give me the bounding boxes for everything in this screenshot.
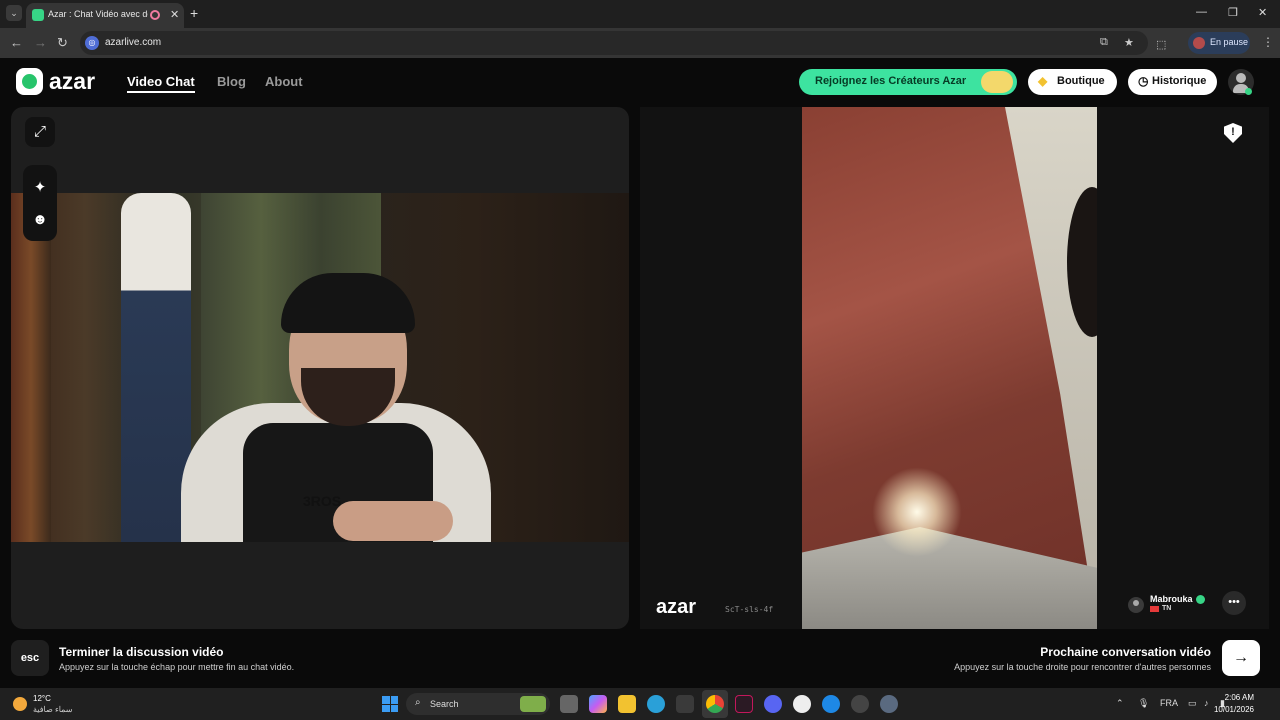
weather-icon[interactable]	[13, 697, 27, 711]
network-icon[interactable]: ▭	[1188, 698, 1197, 709]
task-view-icon[interactable]	[560, 695, 578, 713]
face-filter-icon[interactable]: ☻	[25, 205, 55, 235]
search-label: Search	[430, 699, 459, 709]
self-video-panel: 3ROS ⤢ ✦ ☻	[11, 107, 629, 629]
recording-icon	[150, 10, 160, 20]
next-chat-button[interactable]: →	[1222, 640, 1260, 676]
search-highlight-icon	[520, 696, 546, 712]
azar-logo-icon[interactable]	[16, 68, 43, 95]
tab-title: Azar : Chat Vidéo avec de n	[48, 9, 148, 19]
join-creators-label: Rejoignez les Créateurs Azar	[815, 75, 967, 87]
diamond-icon: ◆	[1038, 74, 1048, 88]
browser-app-icon[interactable]	[822, 695, 840, 713]
nav-about[interactable]: About	[265, 74, 303, 89]
browser-tab-azar[interactable]: Azar : Chat Vidéo avec de n ✕	[26, 3, 184, 28]
weather-description[interactable]: سماء صافية	[33, 705, 73, 714]
person-hand	[333, 501, 453, 541]
timer-app-icon[interactable]	[793, 695, 811, 713]
reload-icon[interactable]: ↻	[57, 35, 68, 51]
url-text[interactable]: azarlive.com	[105, 37, 161, 48]
chrome-icon[interactable]	[706, 695, 724, 713]
azar-favicon-icon	[32, 9, 44, 21]
chat-bubble-icon[interactable]: •••	[1222, 591, 1246, 615]
taskbar-search[interactable]: ⌕ Search	[406, 693, 550, 715]
profile-label: En pause	[1210, 37, 1249, 47]
partner-video-panel: ! azar ScT-sls-4f Mabrouka TN •••	[640, 107, 1269, 629]
weather-temperature[interactable]: 12°C	[33, 694, 51, 703]
next-chat-title: Prochaine conversation vidéo	[1040, 645, 1211, 659]
tab-close-icon[interactable]: ✕	[170, 8, 179, 21]
extensions-icon[interactable]: ⬚	[1156, 38, 1166, 51]
search-icon: ⌕	[415, 697, 421, 708]
profile-button[interactable]: En pause	[1188, 32, 1250, 54]
tab-list-icon[interactable]: ⌄	[6, 5, 22, 21]
language-indicator[interactable]: FRA	[1160, 698, 1178, 708]
nav-blog[interactable]: Blog	[217, 74, 246, 89]
partner-country: TN	[1162, 605, 1172, 612]
hoodie-print: 3ROS	[303, 493, 342, 509]
file-explorer-icon[interactable]	[618, 695, 636, 713]
flag-icon	[1150, 606, 1159, 612]
clock-icon: ◷	[1138, 74, 1149, 88]
sparkle-effects-icon[interactable]: ✦	[25, 173, 55, 203]
clock-date[interactable]: 10/01/2026	[1214, 705, 1254, 714]
profile-avatar	[1193, 37, 1205, 49]
partner-camera-feed	[802, 107, 1097, 629]
end-chat-title: Terminer la discussion vidéo	[59, 645, 224, 659]
url-bar[interactable]: ◎ azarlive.com ⧉ ★	[80, 31, 1148, 55]
clock-time[interactable]: 2:06 AM	[1225, 693, 1254, 702]
microphone-icon[interactable]: 🎙	[1138, 698, 1149, 709]
obs-icon[interactable]	[851, 695, 869, 713]
azar-logo-text[interactable]: azar	[49, 68, 95, 95]
end-chat-button[interactable]: esc	[11, 640, 49, 676]
nav-video-chat[interactable]: Video Chat	[127, 74, 195, 93]
minimize-icon[interactable]: —	[1196, 6, 1207, 18]
windows-start-icon[interactable]	[382, 696, 398, 712]
creators-illustration-icon	[981, 71, 1013, 93]
expand-icon[interactable]: ⤢	[25, 117, 55, 147]
azar-watermark: azar	[656, 596, 697, 618]
store-icon[interactable]	[676, 695, 694, 713]
close-window-icon[interactable]: ✕	[1258, 6, 1267, 19]
partner-name[interactable]: Mabrouka	[1150, 594, 1193, 604]
back-icon[interactable]: ←	[10, 35, 23, 50]
azar-page: azar Video Chat Blog About Rejoignez les…	[0, 58, 1280, 688]
edge-icon[interactable]	[647, 695, 665, 713]
report-shield-icon[interactable]: !	[1224, 123, 1242, 143]
maximize-icon[interactable]: ❐	[1228, 6, 1238, 19]
history-button[interactable]: ◷ Historique	[1128, 69, 1217, 95]
join-creators-button[interactable]: Rejoignez les Créateurs Azar	[799, 69, 1017, 95]
copilot-icon[interactable]	[589, 695, 607, 713]
verified-badge-icon	[1196, 595, 1205, 604]
bookmark-star-icon[interactable]: ★	[1124, 36, 1134, 49]
menu-dots-icon[interactable]: ⋮	[1262, 35, 1274, 49]
site-info-icon[interactable]: ◎	[85, 36, 99, 50]
discord-icon[interactable]	[764, 695, 782, 713]
shop-label: Boutique	[1057, 75, 1105, 87]
effects-toolbar: ✦ ☻	[23, 165, 57, 241]
forward-icon[interactable]: →	[34, 35, 47, 50]
vivaldi-icon[interactable]	[735, 695, 753, 713]
browser-address-bar: ← → ↻ ◎ azarlive.com ⧉ ★ ⬚ En pause ⋮	[0, 28, 1280, 58]
new-tab-button[interactable]: +	[190, 5, 198, 21]
watermark-code: ScT-sls-4f	[725, 605, 774, 614]
online-status-dot	[1245, 88, 1252, 95]
windows-taskbar: 12°C سماء صافية ⌕ Search ⌃ 🎙 FRA ▭ ♪ ▮ 2…	[0, 688, 1280, 720]
install-app-icon[interactable]: ⧉	[1100, 36, 1108, 49]
partner-light-flare	[872, 467, 962, 557]
browser-tab-bar: ⌄ Azar : Chat Vidéo avec de n ✕ + — ❐ ✕	[0, 0, 1280, 28]
next-chat-hint: Appuyez sur la touche droite pour rencon…	[954, 662, 1211, 672]
settings-gear-icon[interactable]	[880, 695, 898, 713]
history-label: Historique	[1152, 75, 1207, 87]
tray-overflow-icon[interactable]: ⌃	[1116, 698, 1124, 709]
person-beanie	[281, 273, 415, 333]
end-chat-hint: Appuyez sur la touche échap pour mettre …	[59, 662, 295, 672]
volume-icon[interactable]: ♪	[1204, 698, 1209, 708]
partner-avatar-icon[interactable]	[1128, 597, 1144, 613]
curtain-left	[11, 193, 51, 542]
self-camera-feed: 3ROS	[11, 193, 629, 542]
shop-button[interactable]: ◆ Boutique	[1028, 69, 1117, 95]
